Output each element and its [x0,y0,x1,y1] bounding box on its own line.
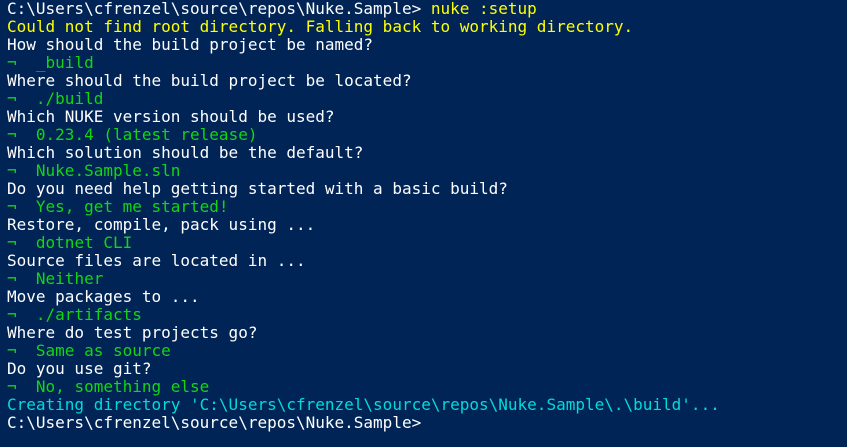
answer-marker: ¬ [7,89,17,108]
answer-marker: ¬ [7,377,17,396]
creating-directory-line: Creating directory 'C:\Users\cfrenzel\so… [7,395,720,414]
answer-line: ¬ 0.23.4 (latest release) [7,126,847,144]
answer-text: ./artifacts [35,305,142,324]
question-line: Move packages to ... [7,287,200,306]
answer-text: Same as source [35,341,171,360]
answer-line: ¬ Nuke.Sample.sln [7,162,847,180]
answer-marker: ¬ [7,233,17,252]
answer-marker: ¬ [7,161,17,180]
answer-text: No, something else [35,377,210,396]
answer-line: ¬ Neither [7,270,847,288]
question-line: Do you use git? [7,359,152,378]
question-line: Where do test projects go? [7,323,258,342]
question-line: How should the build project be named? [7,35,374,54]
answer-marker: ¬ [7,53,17,72]
answer-line: ¬ dotnet CLI [7,234,847,252]
answer-text: Yes, get me started! [35,197,229,216]
question-line: Where should the build project be locate… [7,71,412,90]
answer-line: ¬ ./build [7,90,847,108]
question-line: Which NUKE version should be used? [7,107,335,126]
warning-line: Could not find root directory. Falling b… [7,17,634,36]
question-line: Do you need help getting started with a … [7,179,508,198]
answer-marker: ¬ [7,125,17,144]
question-line: Restore, compile, pack using ... [7,215,316,234]
terminal-window[interactable]: C:\Users\cfrenzel\source\repos\Nuke.Samp… [0,0,847,447]
answer-marker: ¬ [7,197,17,216]
answer-line: ¬ ./artifacts [7,306,847,324]
final-prompt[interactable]: C:\Users\cfrenzel\source\repos\Nuke.Samp… [7,414,847,432]
answer-text: ./build [35,89,104,108]
answer-text: Neither [35,269,104,288]
setup-questions: How should the build project be named? ¬ … [7,36,847,396]
answer-marker: ¬ [7,269,17,288]
command-line: C:\Users\cfrenzel\source\repos\Nuke.Samp… [7,0,847,18]
question-line: Source files are located in ... [7,251,306,270]
answer-text: dotnet CLI [35,233,133,252]
question-line: Which solution should be the default? [7,143,364,162]
answer-marker: ¬ [7,341,17,360]
answer-text: Nuke.Sample.sln [35,161,181,180]
answer-marker: ¬ [7,305,17,324]
prompt-path: C:\Users\cfrenzel\source\repos\Nuke.Samp… [7,0,422,18]
answer-text: 0.23.4 (latest release) [35,125,258,144]
answer-line: ¬ No, something else [7,378,847,396]
answer-text: _build [35,53,94,72]
answer-line: ¬ Yes, get me started! [7,198,847,216]
answer-line: ¬ _build [7,54,847,72]
answer-line: ¬ Same as source [7,342,847,360]
command-text: nuke :setup [421,0,537,18]
